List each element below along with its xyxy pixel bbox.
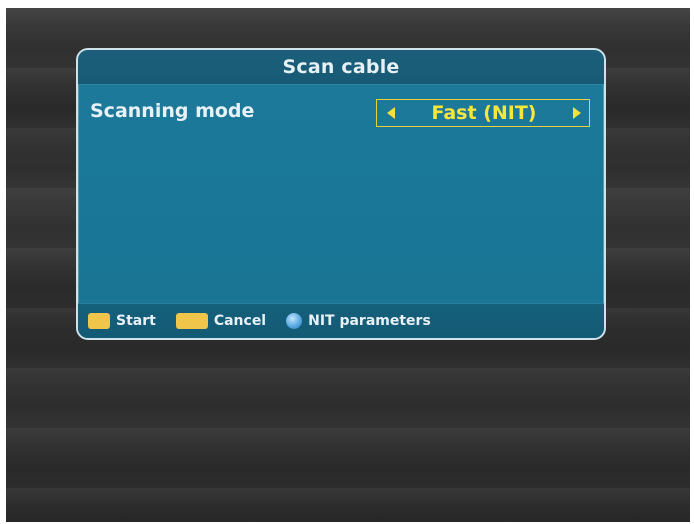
exit-key-icon [175,313,208,329]
dialog-title-bar: Scan cable [78,50,604,85]
cancel-hint[interactable]: Cancel [175,313,267,329]
start-hint[interactable]: Start [88,313,156,329]
scanning-mode-selector[interactable]: Fast (NIT) [376,99,590,127]
nit-parameters-hint-label: NIT parameters [308,313,431,329]
scan-cable-dialog: Scan cable Scanning mode Fast (NIT) Star… [76,48,606,340]
tv-screen: Scan cable Scanning mode Fast (NIT) Star… [6,8,690,522]
dialog-footer: Start Cancel NIT parameters [78,303,604,338]
arrow-left-icon[interactable] [387,107,395,119]
start-hint-label: Start [116,313,156,329]
scanning-mode-label: Scanning mode [90,100,255,122]
dialog-title: Scan cable [282,56,400,78]
arrow-right-icon[interactable] [573,107,581,119]
scanning-mode-row[interactable]: Scanning mode Fast (NIT) [78,96,604,130]
ok-key-icon [88,313,110,329]
scanning-mode-value: Fast (NIT) [431,102,537,124]
nit-parameters-hint[interactable]: NIT parameters [286,313,431,329]
cancel-hint-label: Cancel [213,313,267,329]
blue-key-icon [286,313,303,329]
